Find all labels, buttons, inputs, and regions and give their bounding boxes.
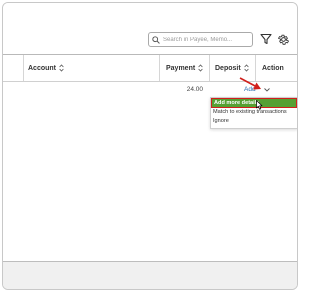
menu-item-add-more-details[interactable]: Add more details [211, 98, 297, 108]
gear-icon [277, 33, 290, 46]
search-box[interactable] [148, 32, 253, 47]
filter-button[interactable] [259, 32, 273, 46]
column-header-account[interactable]: Account [28, 55, 64, 81]
column-header-label: Account [28, 64, 56, 72]
payment-value: 24.00 [186, 86, 203, 93]
column-divider [159, 55, 160, 81]
column-header-label: Action [262, 64, 284, 72]
search-icon [152, 35, 160, 44]
column-header-label: Payment [166, 64, 196, 72]
column-header-label: Deposit [215, 64, 241, 72]
sort-icon [243, 64, 249, 72]
chevron-down-icon[interactable] [263, 87, 270, 92]
red-arrow-icon [239, 76, 263, 97]
toolbar [3, 3, 297, 49]
sort-icon [198, 64, 203, 72]
column-header-action: Action [262, 55, 284, 81]
column-divider [209, 55, 210, 81]
sort-icon [59, 64, 64, 72]
filter-icon [260, 33, 272, 45]
mouse-pointer-icon [256, 97, 263, 115]
footer-panel [3, 262, 297, 289]
window-frame: Account Payment Deposit Action 24.00 Add [2, 2, 298, 290]
menu-item-match-existing[interactable]: Match to existing transactions [211, 108, 297, 117]
settings-button[interactable] [276, 32, 290, 46]
search-input[interactable] [163, 36, 252, 43]
menu-item-ignore[interactable]: Ignore [211, 117, 297, 126]
column-divider [23, 55, 24, 81]
action-menu: Add more details Match to existing trans… [210, 97, 297, 129]
column-header-payment[interactable]: Payment [166, 55, 203, 81]
